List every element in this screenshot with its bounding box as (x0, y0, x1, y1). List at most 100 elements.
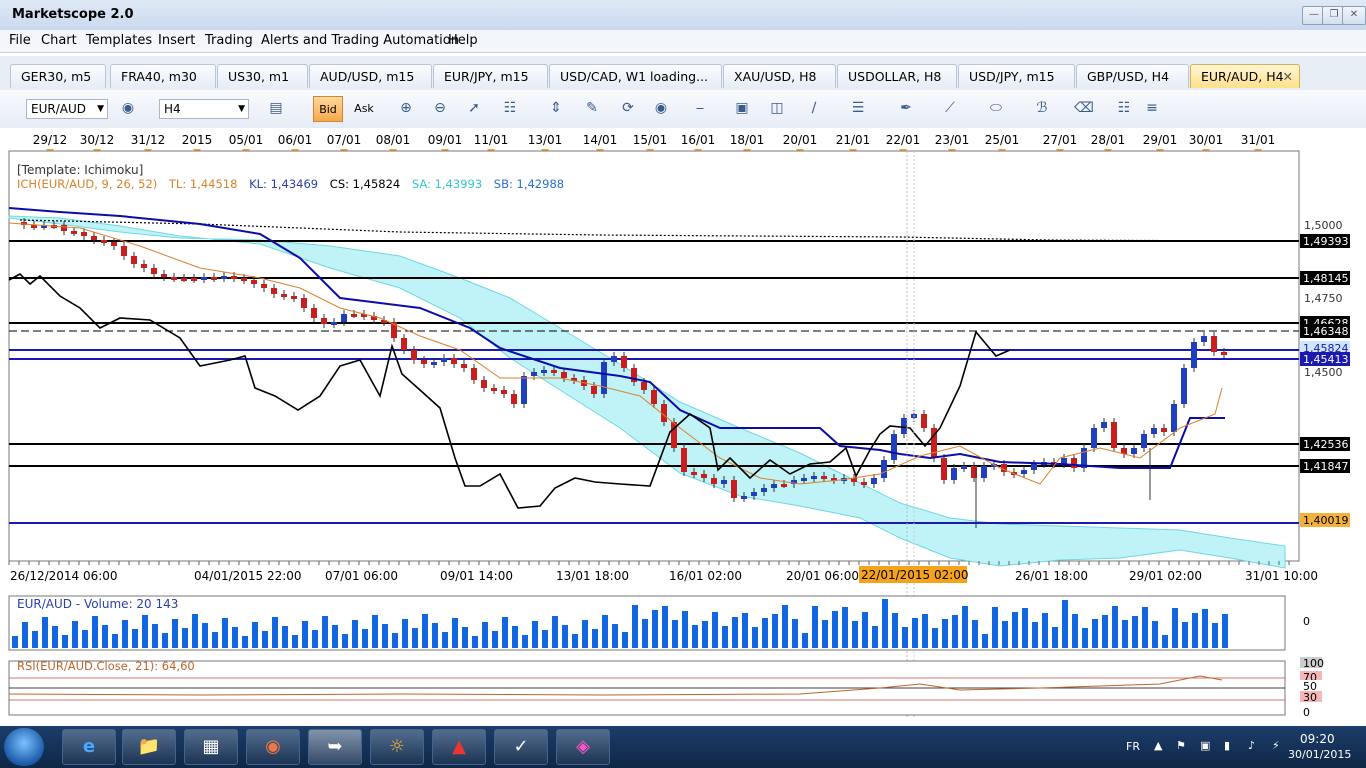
clock-time[interactable]: 09:20 (1300, 732, 1335, 746)
ruler-icon[interactable]: ⎯ (690, 98, 710, 118)
ask-button[interactable]: Ask (349, 96, 379, 122)
start-button[interactable] (4, 728, 44, 766)
volume-bar (1142, 607, 1148, 648)
menu-templates[interactable]: Templates (86, 33, 152, 48)
tab-euraud[interactable]: EUR/AUD, H4 ✕ (1190, 64, 1300, 88)
price-axis-label: 1,4500 (1304, 366, 1343, 379)
menu-file[interactable]: File (9, 33, 31, 48)
marketscope-taskbar-icon[interactable]: ➥ (308, 729, 362, 765)
close-button[interactable]: ✕ (1342, 6, 1366, 25)
trendline-icon[interactable]: ⟋ (940, 98, 960, 118)
chart-type-icon[interactable]: ▤ (266, 98, 286, 118)
network-icon[interactable]: ▮ (1224, 739, 1230, 752)
price-chart[interactable]: 29/12 30/12 31/12 2015 05/01 06/01 07/01 08/01 0… (0, 128, 1366, 720)
fit-chart-icon[interactable]: ☷ (500, 98, 520, 118)
volume-bar (162, 633, 168, 648)
menu-insert[interactable]: Insert (158, 33, 195, 48)
candle-body (481, 380, 487, 388)
chart-area[interactable]: 29/12 30/12 31/12 2015 05/01 06/01 07/01 08/01 0… (0, 128, 1366, 720)
flag-icon[interactable]: ⚑ (1176, 739, 1186, 752)
ask-label: Ask (354, 102, 374, 115)
volume-bar (62, 635, 68, 648)
text-tool-icon[interactable]: ℬ (1032, 98, 1052, 118)
top-date-label: 18/01 (730, 133, 765, 147)
notes-app-icon[interactable]: ☼ (370, 729, 424, 765)
tab-fra40[interactable]: FRA40, m30 (110, 64, 216, 88)
volume-bar (202, 623, 208, 648)
volume-bar (142, 615, 148, 648)
symbol-select[interactable]: EUR/AUD ▼ (26, 99, 108, 119)
menu-chart[interactable]: Chart (41, 33, 77, 48)
note-icon[interactable]: ✎ (582, 98, 602, 118)
fibonacci-icon[interactable]: ∕ (804, 98, 824, 118)
zoom-in-icon[interactable]: ⊕ (396, 98, 416, 118)
hierarchy-icon[interactable]: ☷ (1114, 98, 1134, 118)
tab-usdjpy[interactable]: USD/JPY, m15 (958, 64, 1075, 88)
timeframe-select[interactable]: H4 ▼ (159, 99, 249, 119)
candle-body (81, 232, 87, 236)
pen-icon[interactable]: ✒ (896, 98, 916, 118)
checkmark-app-icon[interactable]: ✓ (494, 729, 548, 765)
pdf-reader-icon[interactable]: ▲ (432, 729, 486, 765)
lines-icon[interactable]: ☰ (848, 98, 868, 118)
toolbar-overflow-icon[interactable]: ≡ (1142, 98, 1162, 118)
volume-bar (1062, 600, 1068, 648)
globe-icon[interactable]: ◉ (651, 98, 671, 118)
refresh-icon[interactable]: ⟳ (618, 98, 638, 118)
indicator-icon[interactable]: ⇕ (546, 98, 566, 118)
menu-help[interactable]: Help (448, 33, 478, 48)
volume-bar (702, 621, 708, 648)
candle-body (121, 246, 127, 256)
calculator-icon[interactable]: ▦ (184, 729, 238, 765)
power-icon[interactable]: ⚡ (1272, 739, 1280, 752)
candle-body (1101, 422, 1107, 428)
price-axis-label: 1,5000 (1304, 219, 1343, 232)
bid-label: Bid (319, 103, 337, 116)
candle-body (531, 372, 537, 376)
cursor-icon[interactable]: ➚ (464, 98, 484, 118)
volume-bar (922, 614, 928, 648)
tray-arrow-icon[interactable]: ▲ (1154, 739, 1162, 752)
glasses-icon[interactable]: ◉ (118, 98, 138, 118)
paint-icon[interactable]: ◈ (556, 729, 610, 765)
tab-us30[interactable]: US30, m1 (217, 64, 308, 88)
volume-icon[interactable]: ♪ (1248, 739, 1255, 752)
window-icon[interactable]: ◫ (767, 98, 787, 118)
volume-bar (1152, 621, 1158, 648)
menu-alerts[interactable]: Alerts and Trading Automation (261, 33, 459, 48)
candle-body (1181, 368, 1187, 404)
volume-bar (42, 617, 48, 648)
top-date-label: 30/12 (80, 133, 115, 147)
candle-body (551, 370, 557, 373)
tab-eurjpy[interactable]: EUR/JPY, m15 (433, 64, 548, 88)
clock-date[interactable]: 30/01/2015 (1288, 748, 1351, 761)
zoom-out-icon[interactable]: ⊖ (430, 98, 450, 118)
tab-usdollar[interactable]: USDOLLAR, H8 (837, 64, 957, 88)
tab-label: US30, m1 (228, 69, 290, 84)
chrome-icon[interactable]: ◉ (246, 729, 300, 765)
language-indicator[interactable]: FR (1126, 740, 1140, 753)
volume-bar (812, 606, 818, 648)
volume-bar (292, 635, 298, 648)
bid-button[interactable]: Bid (313, 96, 343, 122)
candle-body (881, 460, 887, 478)
tab-xauusd[interactable]: XAU/USD, H8 (723, 64, 836, 88)
candle-body (901, 418, 907, 434)
ichimoku-kl: KL: 1,43469 (249, 177, 318, 191)
eraser-icon[interactable]: ⌫ (1074, 98, 1094, 118)
tab-ger30[interactable]: GER30, m5 (10, 64, 106, 88)
candle-body (501, 390, 507, 394)
file-explorer-icon[interactable]: 📁 (122, 729, 176, 765)
tab-gbpusd[interactable]: GBP/USD, H4 (1076, 64, 1189, 88)
menu-trading[interactable]: Trading (205, 33, 253, 48)
ellipse-icon[interactable]: ⬭ (986, 98, 1006, 118)
candle-body (711, 478, 717, 484)
volume-bar (612, 624, 618, 648)
close-tab-icon[interactable]: ✕ (1283, 65, 1293, 88)
tab-usdcad[interactable]: USD/CAD, W1 loading... (549, 64, 722, 88)
internet-explorer-icon[interactable]: e (62, 729, 116, 765)
candle-body (491, 388, 497, 391)
picture-icon[interactable]: ▣ (732, 98, 752, 118)
tab-audusd[interactable]: AUD/USD, m15 (309, 64, 432, 88)
display-icon[interactable]: ▣ (1200, 739, 1210, 752)
